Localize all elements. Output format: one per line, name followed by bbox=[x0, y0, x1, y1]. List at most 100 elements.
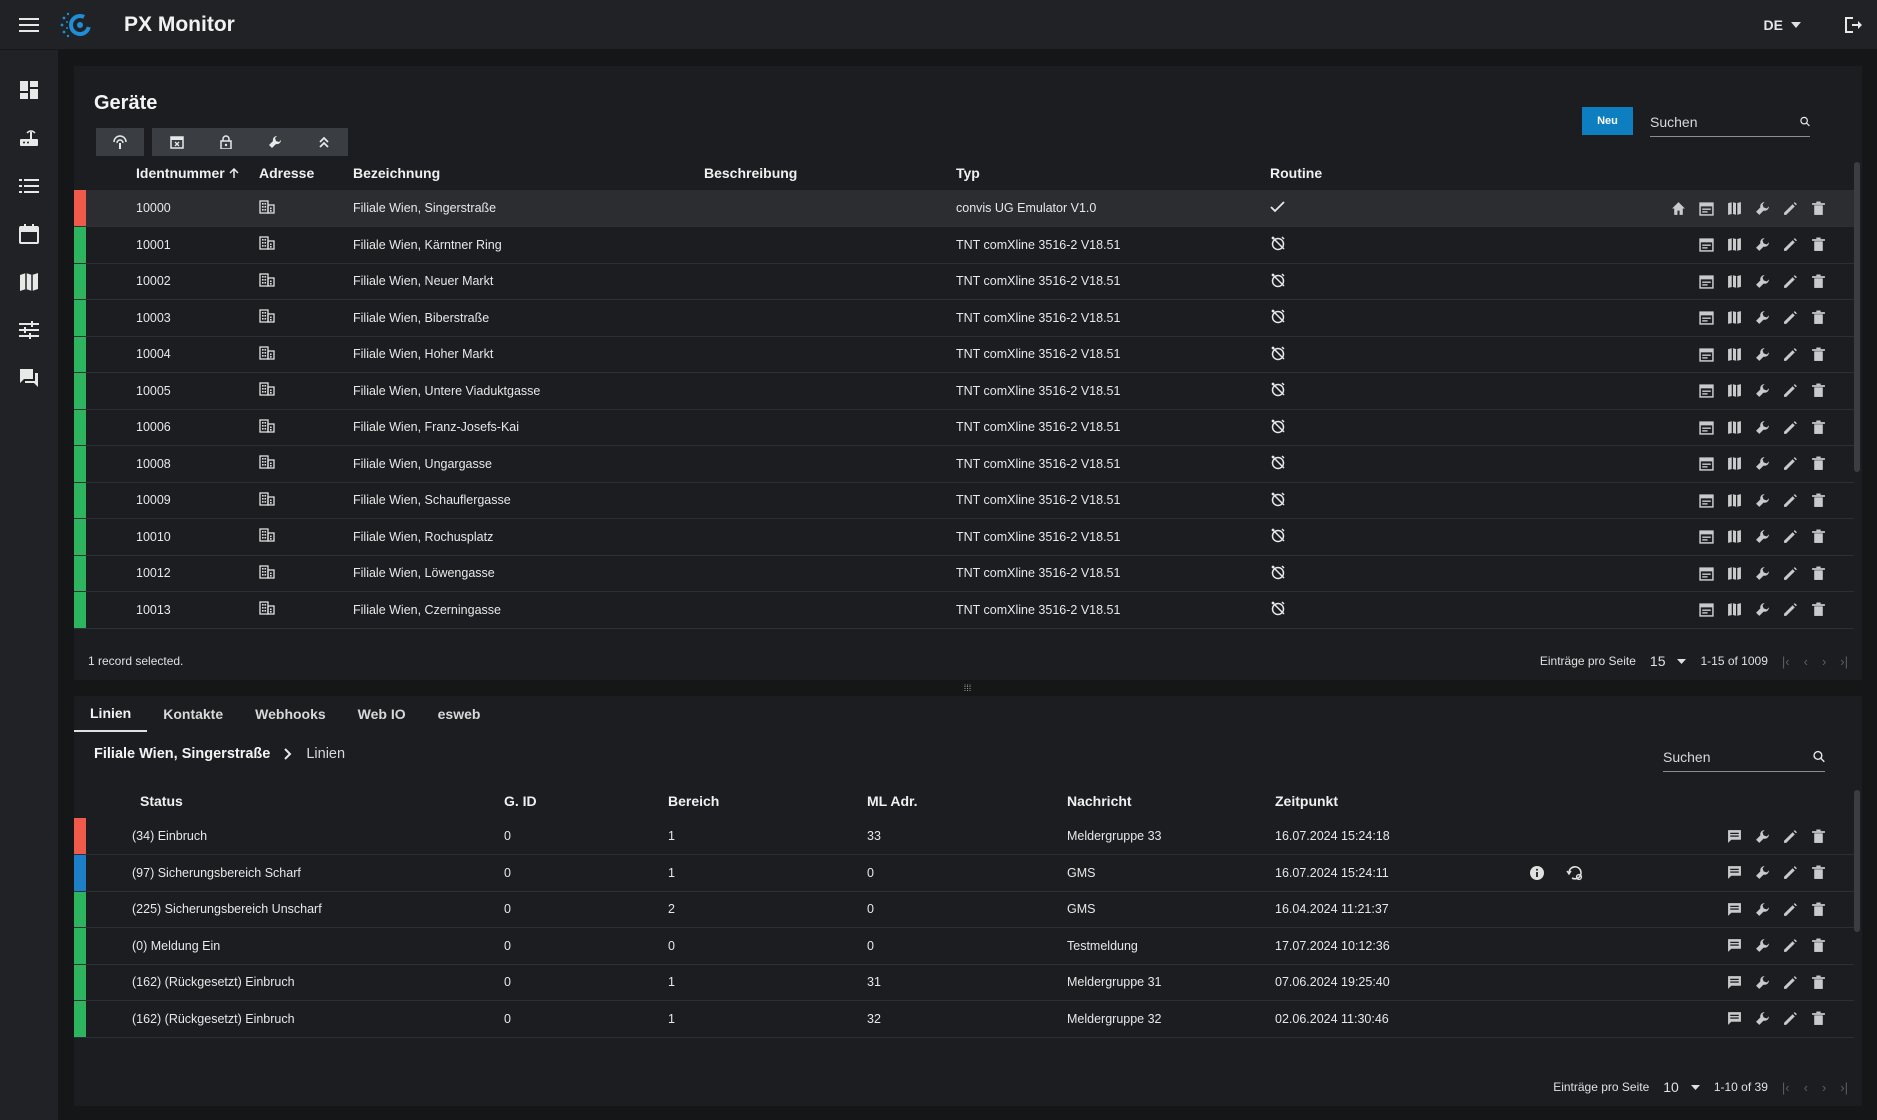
col-identnummer[interactable]: Identnummer bbox=[136, 156, 259, 190]
edit-icon[interactable] bbox=[1778, 415, 1802, 439]
edit-icon[interactable] bbox=[1778, 196, 1802, 220]
wrench-icon[interactable] bbox=[1750, 824, 1774, 848]
comment-icon[interactable] bbox=[1722, 897, 1746, 921]
lines-search-input[interactable] bbox=[1663, 748, 1813, 765]
filter-priority-button[interactable] bbox=[299, 128, 348, 156]
edit-icon[interactable] bbox=[1778, 525, 1802, 549]
tab-kontakte[interactable]: Kontakte bbox=[147, 696, 239, 732]
map-icon[interactable] bbox=[1722, 415, 1746, 439]
tab-esweb[interactable]: esweb bbox=[422, 696, 497, 732]
panel-resize-handle[interactable]: ⁞⁞⁞ bbox=[58, 680, 1877, 696]
delete-icon[interactable] bbox=[1806, 379, 1830, 403]
dashboard-icon[interactable] bbox=[0, 66, 58, 114]
tab-linien[interactable]: Linien bbox=[74, 696, 148, 732]
cell-adresse[interactable] bbox=[259, 336, 353, 373]
wrench-icon[interactable] bbox=[1750, 306, 1774, 330]
col-bezeichnung[interactable]: Bezeichnung bbox=[353, 156, 704, 190]
col-gid[interactable]: G. ID bbox=[504, 784, 668, 818]
map-icon[interactable] bbox=[1722, 452, 1746, 476]
calendar-icon[interactable] bbox=[0, 210, 58, 258]
next-page-icon[interactable]: › bbox=[1822, 654, 1826, 669]
history-settings-icon[interactable] bbox=[1563, 861, 1587, 885]
wrench-icon[interactable] bbox=[1750, 269, 1774, 293]
map-icon[interactable] bbox=[1722, 342, 1746, 366]
table-row[interactable]: 10013 Filiale Wien, Czerningasse TNT comXl… bbox=[74, 591, 1854, 629]
table-row[interactable]: (162) (Rückgesetzt) Einbruch 0 1 32 Meldergr… bbox=[74, 1000, 1854, 1038]
cell-adresse[interactable] bbox=[259, 263, 353, 300]
map-icon[interactable] bbox=[1722, 269, 1746, 293]
edit-icon[interactable] bbox=[1778, 452, 1802, 476]
router-icon[interactable] bbox=[0, 114, 58, 162]
edit-icon[interactable] bbox=[1778, 934, 1802, 958]
col-adresse[interactable]: Adresse bbox=[259, 156, 353, 190]
filter-lock-button[interactable] bbox=[201, 128, 250, 156]
map-icon[interactable] bbox=[1722, 525, 1746, 549]
event-icon[interactable] bbox=[1694, 306, 1718, 330]
map-icon[interactable] bbox=[1722, 379, 1746, 403]
delete-icon[interactable] bbox=[1806, 934, 1830, 958]
col-ml-adr[interactable]: ML Adr. bbox=[867, 784, 1067, 818]
chat-icon[interactable] bbox=[0, 354, 58, 402]
delete-icon[interactable] bbox=[1806, 306, 1830, 330]
table-row[interactable]: 10002 Filiale Wien, Neuer Markt TNT comXli… bbox=[74, 263, 1854, 300]
tab-webhooks[interactable]: Webhooks bbox=[239, 696, 342, 732]
map-icon[interactable] bbox=[1722, 488, 1746, 512]
edit-icon[interactable] bbox=[1778, 1007, 1802, 1031]
table-row[interactable]: 10000 Filiale Wien, Singerstraße convis UG… bbox=[74, 190, 1854, 227]
col-status[interactable]: Status bbox=[140, 784, 504, 818]
menu-icon[interactable] bbox=[0, 0, 58, 50]
lines-scrollbar[interactable] bbox=[1854, 790, 1860, 932]
event-icon[interactable] bbox=[1694, 525, 1718, 549]
wrench-icon[interactable] bbox=[1750, 598, 1774, 622]
wrench-icon[interactable] bbox=[1750, 342, 1774, 366]
col-beschreibung[interactable]: Beschreibung bbox=[704, 156, 956, 190]
cell-adresse[interactable] bbox=[259, 190, 353, 227]
edit-icon[interactable] bbox=[1778, 233, 1802, 257]
delete-icon[interactable] bbox=[1806, 488, 1830, 512]
next-page-icon[interactable]: › bbox=[1822, 1080, 1826, 1095]
event-icon[interactable] bbox=[1694, 488, 1718, 512]
cell-adresse[interactable] bbox=[259, 591, 353, 629]
edit-icon[interactable] bbox=[1778, 306, 1802, 330]
cell-adresse[interactable] bbox=[259, 299, 353, 337]
edit-icon[interactable] bbox=[1778, 488, 1802, 512]
edit-icon[interactable] bbox=[1778, 379, 1802, 403]
per-page-select[interactable]: 15 bbox=[1650, 653, 1687, 669]
table-row[interactable]: 10012 Filiale Wien, Löwengasse TNT comXlin… bbox=[74, 555, 1854, 592]
wrench-icon[interactable] bbox=[1750, 897, 1774, 921]
cell-adresse[interactable] bbox=[259, 445, 353, 483]
delete-icon[interactable] bbox=[1806, 861, 1830, 885]
tune-icon[interactable] bbox=[0, 306, 58, 354]
event-icon[interactable] bbox=[1694, 233, 1718, 257]
delete-icon[interactable] bbox=[1806, 970, 1830, 994]
map-icon[interactable] bbox=[1722, 233, 1746, 257]
edit-icon[interactable] bbox=[1778, 561, 1802, 585]
delete-icon[interactable] bbox=[1806, 415, 1830, 439]
map-icon[interactable] bbox=[1722, 196, 1746, 220]
comment-icon[interactable] bbox=[1722, 934, 1746, 958]
comment-icon[interactable] bbox=[1722, 1007, 1746, 1031]
map-icon[interactable] bbox=[1722, 561, 1746, 585]
wrench-icon[interactable] bbox=[1750, 233, 1774, 257]
devices-scrollbar[interactable] bbox=[1854, 162, 1860, 472]
col-nachricht[interactable]: Nachricht bbox=[1067, 784, 1275, 818]
list-icon[interactable] bbox=[0, 162, 58, 210]
filter-service-button[interactable] bbox=[250, 128, 299, 156]
wrench-icon[interactable] bbox=[1750, 196, 1774, 220]
prev-page-icon[interactable]: ‹ bbox=[1804, 1080, 1808, 1095]
table-row[interactable]: 10009 Filiale Wien, Schauflergasse TNT com… bbox=[74, 482, 1854, 519]
edit-icon[interactable] bbox=[1778, 598, 1802, 622]
delete-icon[interactable] bbox=[1806, 452, 1830, 476]
delete-icon[interactable] bbox=[1806, 525, 1830, 549]
cell-adresse[interactable] bbox=[259, 409, 353, 446]
device-search-input[interactable] bbox=[1650, 113, 1800, 130]
col-routine[interactable]: Routine bbox=[1270, 156, 1410, 190]
edit-icon[interactable] bbox=[1778, 342, 1802, 366]
edit-icon[interactable] bbox=[1778, 970, 1802, 994]
tab-web-io[interactable]: Web IO bbox=[342, 696, 422, 732]
cell-adresse[interactable] bbox=[259, 226, 353, 264]
last-page-icon[interactable]: ›| bbox=[1840, 654, 1848, 669]
filter-calendar-button[interactable] bbox=[152, 128, 201, 156]
edit-icon[interactable] bbox=[1778, 269, 1802, 293]
wrench-icon[interactable] bbox=[1750, 452, 1774, 476]
